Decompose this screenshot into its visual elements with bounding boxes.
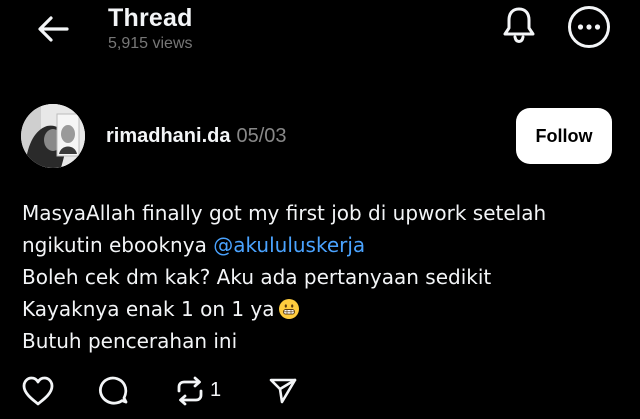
avatar[interactable]: [21, 104, 85, 168]
post-line-5: Butuh pencerahan ini: [22, 329, 238, 353]
follow-button[interactable]: Follow: [516, 108, 612, 164]
post-line-1: MasyaAllah finally got my first job di u…: [22, 201, 547, 225]
repost-count: 1: [210, 379, 222, 401]
comment-icon: [99, 376, 128, 405]
like-button[interactable]: [20, 374, 56, 408]
notifications-button[interactable]: [500, 4, 538, 44]
back-button[interactable]: [36, 14, 70, 44]
bell-icon: [503, 7, 535, 44]
page-title: Thread: [108, 4, 193, 32]
repost-button[interactable]: [172, 374, 208, 408]
view-count: 5,915 views: [108, 35, 193, 52]
username-link[interactable]: rimadhani.da: [106, 125, 230, 147]
share-button[interactable]: [268, 374, 298, 406]
mention-link[interactable]: @akululuskerja: [213, 233, 365, 257]
more-options-button[interactable]: [567, 5, 611, 49]
heart-icon: [22, 376, 54, 406]
more-options-icon: [568, 6, 610, 48]
share-icon: [269, 378, 297, 404]
comment-button[interactable]: [96, 374, 130, 408]
author-line: rimadhani.da 05/03: [106, 125, 287, 148]
post-date: 05/03: [236, 125, 287, 147]
repost-icon: [177, 376, 203, 406]
post-line-4: Kayaknya enak 1 on 1 ya: [22, 293, 612, 325]
post-line-3: Boleh cek dm kak? Aku ada pertanyaan sed…: [22, 265, 492, 289]
avatar-photo: [21, 104, 85, 168]
post-line-4-text: Kayaknya enak 1 on 1 ya: [22, 297, 275, 321]
back-arrow-icon: [38, 16, 69, 42]
post-line-2-text: ngikutin ebooknya: [22, 233, 214, 257]
post-body: MasyaAllah finally got my first job di u…: [22, 197, 612, 357]
grinning-face-emoji: [278, 299, 299, 319]
post-line-2: ngikutin ebooknya @akululuskerja: [22, 229, 612, 261]
